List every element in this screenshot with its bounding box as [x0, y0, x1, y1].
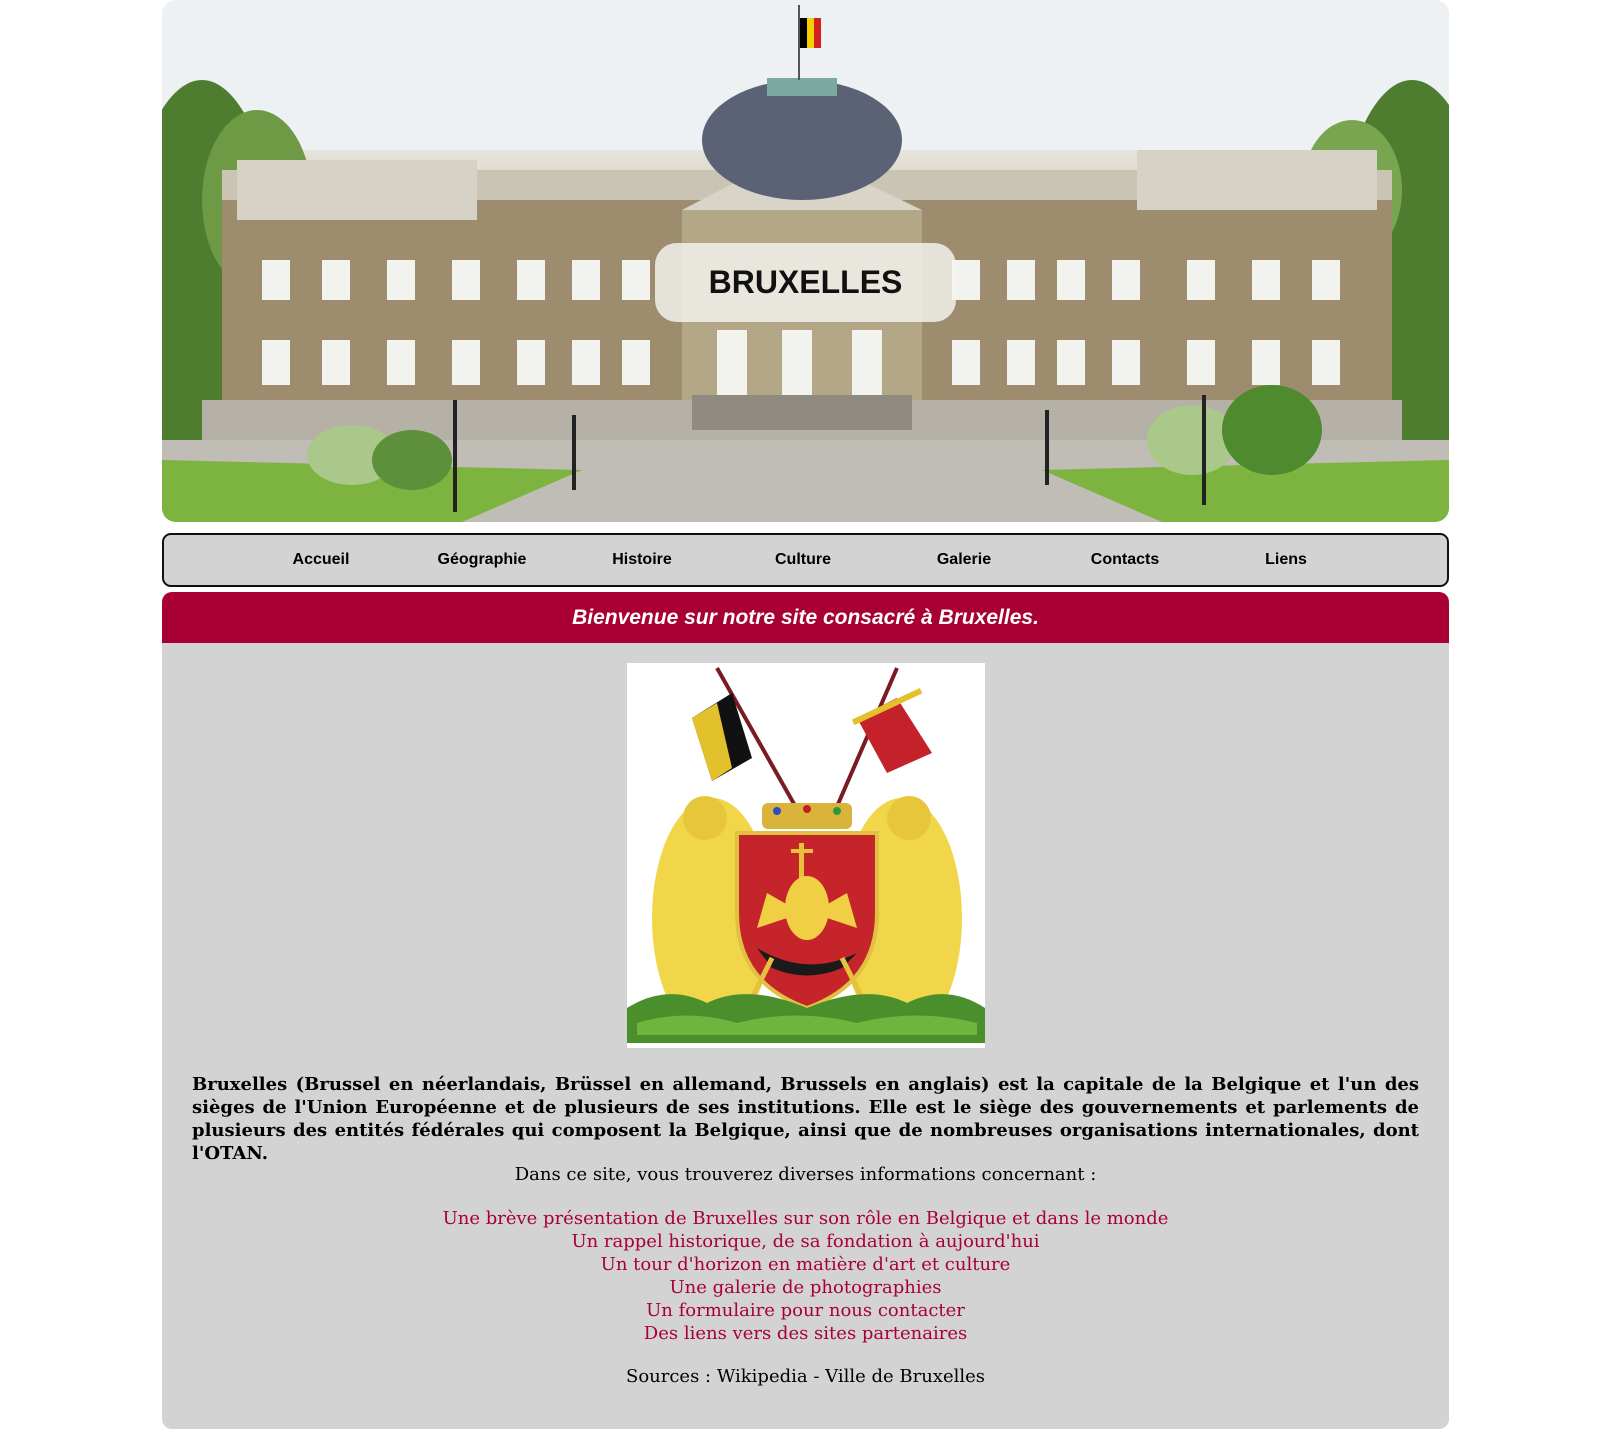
welcome-banner: Bienvenue sur notre site consacré à Brux…	[162, 592, 1449, 643]
nav-item-liens[interactable]: Liens	[1226, 535, 1346, 585]
nav-item-culture[interactable]: Culture	[743, 535, 863, 585]
link-culture[interactable]: Un tour d'horizon en matière d'art et cu…	[162, 1253, 1449, 1276]
main-nav: Accueil Géographie Histoire Culture Gale…	[162, 533, 1449, 587]
site-title: BRUXELLES	[655, 243, 956, 322]
lead-text: Dans ce site, vous trouverez diverses in…	[514, 1164, 1097, 1185]
coat-of-arms-image	[627, 663, 985, 1048]
link-liens[interactable]: Des liens vers des sites partenaires	[162, 1322, 1449, 1345]
header-banner: BRUXELLES	[162, 0, 1449, 522]
coat-of-arms-icon	[627, 667, 985, 1043]
sources-text: Sources : Wikipedia - Ville de Bruxelles	[625, 1366, 985, 1387]
nav-item-contacts[interactable]: Contacts	[1065, 535, 1185, 585]
topic-link-list: Une brève présentation de Bruxelles sur …	[162, 1207, 1449, 1345]
nav-item-accueil[interactable]: Accueil	[261, 535, 381, 585]
nav-item-galerie[interactable]: Galerie	[904, 535, 1024, 585]
nav-item-histoire[interactable]: Histoire	[582, 535, 702, 585]
link-galerie[interactable]: Une galerie de photographies	[162, 1276, 1449, 1299]
main-content: Bruxelles (Brussel en néerlandais, Brüss…	[162, 643, 1449, 1429]
nav-item-geographie[interactable]: Géographie	[422, 535, 542, 585]
link-presentation[interactable]: Une brève présentation de Bruxelles sur …	[162, 1207, 1449, 1230]
link-contacts[interactable]: Un formulaire pour nous contacter	[162, 1299, 1449, 1322]
link-histoire[interactable]: Un rappel historique, de sa fondation à …	[162, 1230, 1449, 1253]
intro-paragraph: Bruxelles (Brussel en néerlandais, Brüss…	[192, 1074, 1419, 1164]
page-wrapper: BRUXELLES Accueil Géographie Histoire Cu…	[162, 0, 1449, 1429]
